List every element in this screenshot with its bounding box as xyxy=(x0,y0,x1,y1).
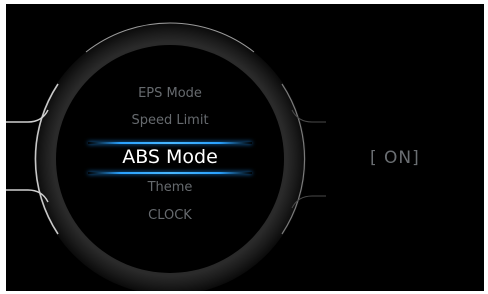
menu-item-eps-mode[interactable]: EPS Mode xyxy=(80,86,260,101)
menu-item-theme[interactable]: Theme xyxy=(80,180,260,195)
selection-line-top xyxy=(88,142,252,144)
settings-menu: EPS Mode Speed Limit ABS Mode Theme CLOC… xyxy=(80,4,260,291)
selected-item-label: ABS Mode xyxy=(122,146,218,168)
setting-value: [ ON] xyxy=(370,148,420,168)
menu-item-clock[interactable]: CLOCK xyxy=(80,208,260,223)
selection-line-bottom xyxy=(88,172,252,174)
menu-item-speed-limit[interactable]: Speed Limit xyxy=(80,113,260,128)
menu-item-abs-mode[interactable]: ABS Mode xyxy=(80,142,260,174)
settings-screen: EPS Mode Speed Limit ABS Mode Theme CLOC… xyxy=(6,4,484,291)
